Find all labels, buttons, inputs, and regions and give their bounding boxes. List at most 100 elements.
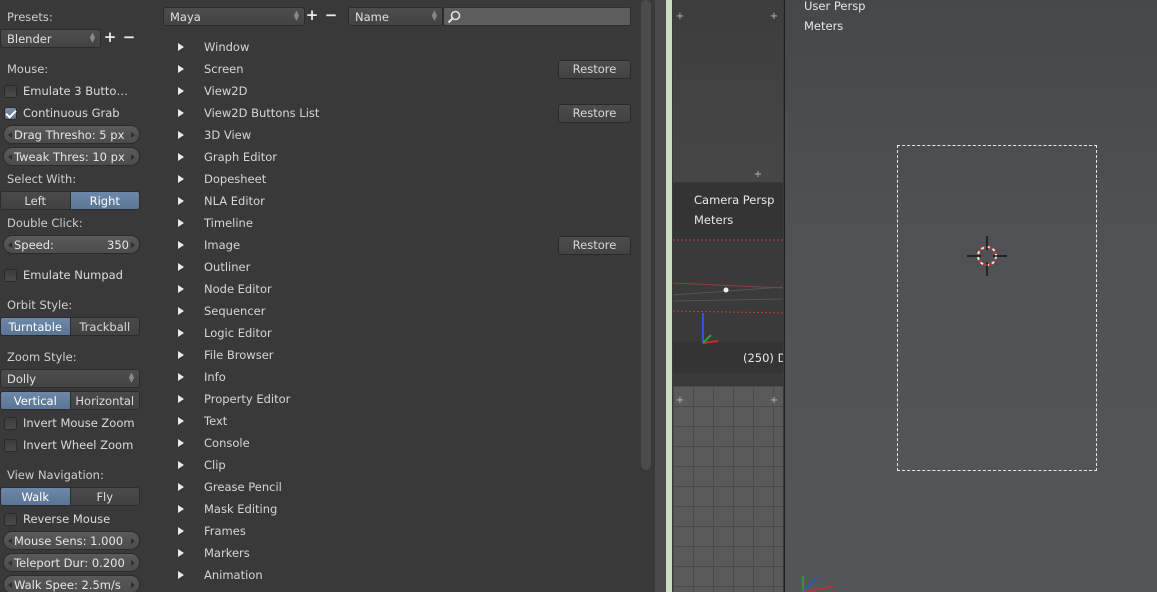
- plus-icon[interactable]: +: [675, 396, 685, 406]
- keymap-category-label: Clip: [204, 458, 226, 472]
- presets-label: Presets:: [7, 10, 53, 24]
- viewport-grid[interactable]: + +: [673, 386, 783, 592]
- disclosure-triangle-icon[interactable]: [178, 461, 184, 469]
- keymap-category-item[interactable]: NLA Editor: [172, 192, 265, 210]
- disclosure-triangle-icon[interactable]: [178, 43, 184, 51]
- disclosure-triangle-icon[interactable]: [178, 505, 184, 513]
- zoom-style-dropdown[interactable]: Dolly ▲ ▼: [0, 369, 140, 388]
- restore-button[interactable]: Restore: [558, 103, 631, 123]
- disclosure-triangle-icon[interactable]: [178, 329, 184, 337]
- keymap-search-input[interactable]: [443, 7, 631, 26]
- keymap-category-item[interactable]: View2D Buttons List: [172, 104, 319, 122]
- continuous-grab-checkbox[interactable]: Continuous Grab: [4, 104, 135, 122]
- keymap-category-item[interactable]: Screen: [172, 60, 244, 78]
- checkbox-box: [4, 512, 17, 526]
- keymap-category-item[interactable]: Property Editor: [172, 390, 290, 408]
- disclosure-triangle-icon[interactable]: [178, 417, 184, 425]
- 3d-cursor-icon[interactable]: [967, 236, 1007, 276]
- orbit-trackball-button[interactable]: Trackball: [70, 318, 139, 335]
- keymap-category-item[interactable]: Text: [172, 412, 227, 430]
- keymap-category-item[interactable]: Frames: [172, 522, 246, 540]
- restore-button[interactable]: Restore: [558, 59, 631, 79]
- disclosure-triangle-icon[interactable]: [178, 219, 184, 227]
- keymap-category-item[interactable]: Mask Editing: [172, 500, 277, 518]
- mouse-sens-field[interactable]: Mouse Sens: 1.000: [3, 531, 140, 550]
- keymap-category-item[interactable]: Node Editor: [172, 280, 272, 298]
- disclosure-triangle-icon[interactable]: [178, 571, 184, 579]
- keymap-category-item[interactable]: 3D View: [172, 126, 251, 144]
- disclosure-triangle-icon[interactable]: [178, 241, 184, 249]
- nav-fly-button[interactable]: Fly: [70, 488, 139, 505]
- plus-icon[interactable]: +: [769, 396, 779, 406]
- keymap-category-item[interactable]: Image: [172, 236, 240, 254]
- viewport-top[interactable]: + + +: [673, 0, 783, 182]
- zoom-axis-toggle: Vertical Horizontal: [0, 391, 140, 410]
- disclosure-triangle-icon[interactable]: [178, 175, 184, 183]
- keymap-category-item[interactable]: Outliner: [172, 258, 250, 276]
- viewport-camera[interactable]: Camera Persp Meters (250) D: [673, 183, 783, 373]
- restore-button[interactable]: Restore: [558, 235, 631, 255]
- scrollbar[interactable]: [641, 0, 651, 470]
- disclosure-triangle-icon[interactable]: [178, 87, 184, 95]
- keymap-category-item[interactable]: Grease Pencil: [172, 478, 282, 496]
- disclosure-triangle-icon[interactable]: [178, 483, 184, 491]
- keymap-category-item[interactable]: Timeline: [172, 214, 253, 232]
- keymap-category-item[interactable]: Clip: [172, 456, 226, 474]
- disclosure-triangle-icon[interactable]: [178, 351, 184, 359]
- disclosure-triangle-icon[interactable]: [178, 395, 184, 403]
- walk-speed-field[interactable]: Walk Spee: 2.5m/s: [3, 575, 140, 592]
- keymap-category-item[interactable]: Markers: [172, 544, 250, 562]
- keymap-category-item[interactable]: Console: [172, 434, 250, 452]
- keymap-category-item[interactable]: Animation: [172, 566, 263, 584]
- plus-icon[interactable]: +: [304, 8, 320, 24]
- keymap-category-item[interactable]: Graph Editor: [172, 148, 277, 166]
- tweak-threshold-field[interactable]: Tweak Thres: 10 px: [3, 147, 140, 166]
- disclosure-triangle-icon[interactable]: [178, 109, 184, 117]
- disclosure-triangle-icon[interactable]: [178, 527, 184, 535]
- double-click-speed-field[interactable]: Speed: 350: [3, 235, 140, 254]
- invert-wheel-zoom-checkbox[interactable]: Invert Wheel Zoom: [4, 436, 135, 454]
- reverse-mouse-checkbox[interactable]: Reverse Mouse: [4, 510, 135, 528]
- drag-threshold-text: Drag Thresho: 5 px: [14, 127, 125, 142]
- plus-icon[interactable]: +: [675, 12, 685, 22]
- drag-threshold-field[interactable]: Drag Thresho: 5 px: [3, 125, 140, 144]
- keymap-preset-value: Maya: [170, 9, 201, 24]
- plus-icon[interactable]: +: [769, 12, 779, 22]
- teleport-dur-field[interactable]: Teleport Dur: 0.200: [3, 553, 140, 572]
- disclosure-triangle-icon[interactable]: [178, 439, 184, 447]
- plus-icon[interactable]: +: [753, 170, 763, 180]
- disclosure-triangle-icon[interactable]: [178, 131, 184, 139]
- keymap-preset-dropdown[interactable]: Maya ▲ ▼: [163, 7, 305, 26]
- keymap-category-item[interactable]: Logic Editor: [172, 324, 272, 342]
- minus-icon[interactable]: −: [323, 8, 339, 24]
- disclosure-triangle-icon[interactable]: [178, 153, 184, 161]
- speed-label: Speed:: [14, 237, 54, 252]
- disclosure-triangle-icon[interactable]: [178, 307, 184, 315]
- disclosure-triangle-icon[interactable]: [178, 263, 184, 271]
- invert-mouse-zoom-checkbox[interactable]: Invert Mouse Zoom: [4, 414, 135, 432]
- disclosure-triangle-icon[interactable]: [178, 65, 184, 73]
- keymap-category-item[interactable]: View2D: [172, 82, 247, 100]
- search-mode-dropdown[interactable]: Name ▲ ▼: [348, 7, 443, 26]
- presets-dropdown[interactable]: Blender ▲ ▼: [0, 29, 101, 48]
- select-left-button[interactable]: Left: [1, 192, 71, 209]
- emulate-3-button-checkbox[interactable]: Emulate 3 Button Mouse: [4, 82, 135, 100]
- viewport-main[interactable]: User Persp Meters: [784, 0, 1157, 592]
- disclosure-triangle-icon[interactable]: [178, 373, 184, 381]
- disclosure-triangle-icon[interactable]: [178, 197, 184, 205]
- minus-icon[interactable]: −: [121, 30, 137, 46]
- disclosure-triangle-icon[interactable]: [178, 549, 184, 557]
- select-right-button[interactable]: Right: [70, 192, 139, 209]
- keymap-category-item[interactable]: File Browser: [172, 346, 274, 364]
- keymap-category-item[interactable]: Dopesheet: [172, 170, 266, 188]
- disclosure-triangle-icon[interactable]: [178, 285, 184, 293]
- orbit-turntable-button[interactable]: Turntable: [1, 318, 71, 335]
- zoom-vertical-button[interactable]: Vertical: [1, 392, 71, 409]
- keymap-category-item[interactable]: Sequencer: [172, 302, 265, 320]
- keymap-category-item[interactable]: Window: [172, 38, 249, 56]
- keymap-category-item[interactable]: Info: [172, 368, 226, 386]
- nav-walk-button[interactable]: Walk: [1, 488, 71, 505]
- plus-icon[interactable]: +: [102, 30, 118, 46]
- emulate-numpad-checkbox[interactable]: Emulate Numpad: [4, 266, 135, 284]
- zoom-horizontal-button[interactable]: Horizontal: [70, 392, 139, 409]
